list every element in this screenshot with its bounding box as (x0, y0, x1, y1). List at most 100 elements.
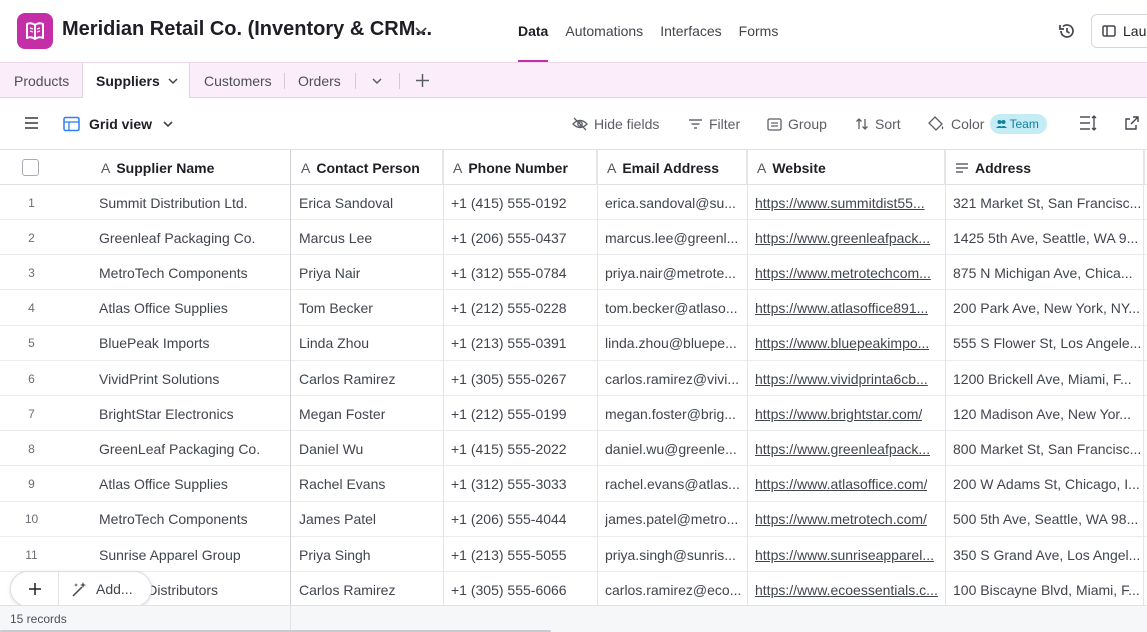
phone-number-cell[interactable]: +1 (212) 555-0228 (443, 291, 597, 326)
phone-number-cell[interactable]: +1 (212) 555-0199 (443, 396, 597, 431)
phone-number-cell[interactable]: +1 (305) 555-0267 (443, 361, 597, 396)
email-address-cell[interactable]: priya.singh@sunris... (597, 537, 747, 572)
more-tables-chevron-icon[interactable] (371, 75, 383, 87)
contact-person-cell[interactable]: Marcus Lee (291, 220, 443, 255)
column-header-email-address[interactable]: A Email Address (597, 150, 747, 185)
nav-tab-automations[interactable]: Automations (565, 0, 643, 62)
website-cell[interactable]: https://www.sunriseapparel... (747, 537, 945, 572)
address-cell[interactable]: 200 Park Ave, New York, NY... (945, 291, 1143, 326)
contact-person-cell[interactable]: Rachel Evans (291, 467, 443, 502)
supplier-name-cell[interactable]: MetroTech Components (91, 502, 290, 537)
table-row[interactable]: 3 MetroTech Components Priya Nair +1 (312) … (0, 255, 1147, 291)
phone-number-cell[interactable]: +1 (415) 555-0192 (443, 185, 597, 220)
supplier-name-cell[interactable]: MetroTech Components (91, 255, 290, 290)
nav-tab-data[interactable]: Data (518, 0, 549, 62)
contact-person-cell[interactable]: James Patel (291, 502, 443, 537)
base-title[interactable]: Meridian Retail Co. (Inventory & CRM... (62, 18, 432, 41)
supplier-name-cell[interactable]: Sunrise Apparel Group (91, 537, 290, 572)
address-cell[interactable]: 1200 Brickell Ave, Miami, F... (945, 361, 1143, 396)
address-cell[interactable]: 100 Biscayne Blvd, Miami, F... (945, 572, 1143, 605)
add-record-button[interactable] (11, 572, 59, 606)
website-cell[interactable]: https://www.atlasoffice.com/ (747, 467, 945, 502)
website-cell[interactable]: https://www.metrotech.com/ (747, 502, 945, 537)
email-address-cell[interactable]: erica.sandoval@su... (597, 185, 747, 220)
website-link[interactable]: https://www.greenleafpack... (755, 230, 930, 246)
address-cell[interactable]: 120 Madison Ave, New Yor... (945, 396, 1143, 431)
group-button[interactable]: Group (767, 98, 827, 150)
contact-person-cell[interactable]: Carlos Ramirez (291, 361, 443, 396)
website-link[interactable]: https://www.metrotechcom... (755, 265, 931, 281)
phone-number-cell[interactable]: +1 (213) 555-0391 (443, 326, 597, 361)
table-row[interactable]: 9 Atlas Office Supplies Rachel Evans +1 (31… (0, 466, 1147, 502)
filter-button[interactable]: Filter (688, 98, 740, 150)
chevron-down-icon[interactable] (167, 75, 179, 87)
table-tab-orders[interactable]: Orders (298, 63, 341, 98)
website-link[interactable]: https://www.bluepeakimpo... (755, 335, 929, 351)
supplier-name-cell[interactable]: GreenLeaf Packaging Co. (91, 431, 290, 466)
nav-tab-interfaces[interactable]: Interfaces (660, 0, 721, 62)
column-header-address[interactable]: Address (945, 150, 1145, 185)
launch-button[interactable]: Laun (1091, 14, 1147, 48)
address-cell[interactable]: 800 Market St, San Francisc... (945, 431, 1143, 466)
select-all-checkbox[interactable] (22, 159, 39, 176)
contact-person-cell[interactable]: Erica Sandoval (291, 185, 443, 220)
nav-tab-forms[interactable]: Forms (739, 0, 779, 62)
add-table-icon[interactable] (415, 73, 430, 88)
website-cell[interactable]: https://www.summitdist55... (747, 185, 945, 220)
table-tab-suppliers[interactable]: Suppliers (82, 63, 190, 99)
table-row[interactable]: 10 MetroTech Components James Patel +1 (206… (0, 501, 1147, 537)
email-address-cell[interactable]: marcus.lee@greenl... (597, 220, 747, 255)
chevron-down-icon[interactable] (413, 22, 429, 38)
email-address-cell[interactable]: rachel.evans@atlas... (597, 467, 747, 502)
select-all-cell[interactable] (0, 150, 91, 185)
phone-number-cell[interactable]: +1 (206) 555-0437 (443, 220, 597, 255)
phone-number-cell[interactable]: +1 (206) 555-4044 (443, 502, 597, 537)
address-cell[interactable]: 200 W Adams St, Chicago, I... (945, 467, 1143, 502)
email-address-cell[interactable]: james.patel@metro... (597, 502, 747, 537)
website-cell[interactable]: https://www.ecoessentials.c... (747, 572, 945, 605)
email-address-cell[interactable]: carlos.ramirez@vivi... (597, 361, 747, 396)
website-cell[interactable]: https://www.bluepeakimpo... (747, 326, 945, 361)
color-button[interactable]: Color Team (928, 98, 1047, 150)
table-row[interactable]: 11 Sunrise Apparel Group Priya Singh +1 (21… (0, 537, 1147, 572)
address-cell[interactable]: 1425 5th Ave, Seattle, WA 9... (945, 220, 1143, 255)
share-icon[interactable] (1124, 115, 1140, 131)
address-cell[interactable]: 555 S Flower St, Los Angele... (945, 326, 1143, 361)
table-row[interactable]: 7 BrightStar Electronics Megan Foster +1 (2… (0, 396, 1147, 432)
address-cell[interactable]: 350 S Grand Ave, Los Angel... (945, 537, 1143, 572)
table-row[interactable]: 5 BluePeak Imports Linda Zhou +1 (213) 555-… (0, 325, 1147, 361)
contact-person-cell[interactable]: Megan Foster (291, 396, 443, 431)
website-link[interactable]: https://www.brightstar.com/ (755, 406, 922, 422)
supplier-name-cell[interactable]: Greenleaf Packaging Co. (91, 220, 290, 255)
email-address-cell[interactable]: linda.zhou@bluepe... (597, 326, 747, 361)
website-link[interactable]: https://www.sunriseapparel... (755, 547, 934, 563)
phone-number-cell[interactable]: +1 (312) 555-0784 (443, 255, 597, 290)
website-link[interactable]: https://www.summitdist55... (755, 195, 925, 211)
address-cell[interactable]: 321 Market St, San Francisc... (945, 185, 1143, 220)
email-address-cell[interactable]: carlos.ramirez@eco... (597, 572, 747, 605)
table-row[interactable]: 6 VividPrint Solutions Carlos Ramirez +1 (3… (0, 361, 1147, 396)
supplier-name-cell[interactable]: Atlas Office Supplies (91, 467, 290, 502)
column-header-contact-person[interactable]: A Contact Person (291, 150, 443, 185)
table-tab-customers[interactable]: Customers (204, 63, 272, 98)
website-link[interactable]: https://www.metrotech.com/ (755, 511, 927, 527)
website-link[interactable]: https://www.atlasoffice.com/ (755, 476, 927, 492)
website-cell[interactable]: https://www.greenleafpack... (747, 431, 945, 466)
add-with-ai-button[interactable]: Add... (59, 581, 133, 598)
view-switcher[interactable]: Grid view (63, 98, 180, 150)
contact-person-cell[interactable]: Linda Zhou (291, 326, 443, 361)
table-row[interactable]: 8 GreenLeaf Packaging Co. Daniel Wu +1 (415… (0, 431, 1147, 467)
address-cell[interactable]: 500 5th Ave, Seattle, WA 98... (945, 502, 1143, 537)
history-icon[interactable] (1057, 21, 1077, 41)
table-row[interactable]: 12...ntials DistributorsCarlos Ramirez+1… (0, 572, 1147, 605)
hide-fields-button[interactable]: Hide fields (572, 98, 659, 150)
contact-person-cell[interactable]: Priya Singh (291, 537, 443, 572)
supplier-name-cell[interactable]: Summit Distribution Ltd. (91, 185, 290, 220)
website-link[interactable]: https://www.atlasoffice891... (755, 300, 928, 316)
phone-number-cell[interactable]: +1 (415) 555-2022 (443, 431, 597, 466)
contact-person-cell[interactable]: Priya Nair (291, 255, 443, 290)
contact-person-cell[interactable]: Carlos Ramirez (291, 572, 443, 605)
website-cell[interactable]: https://www.atlasoffice891... (747, 291, 945, 326)
email-address-cell[interactable]: daniel.wu@greenle... (597, 431, 747, 466)
contact-person-cell[interactable]: Daniel Wu (291, 431, 443, 466)
